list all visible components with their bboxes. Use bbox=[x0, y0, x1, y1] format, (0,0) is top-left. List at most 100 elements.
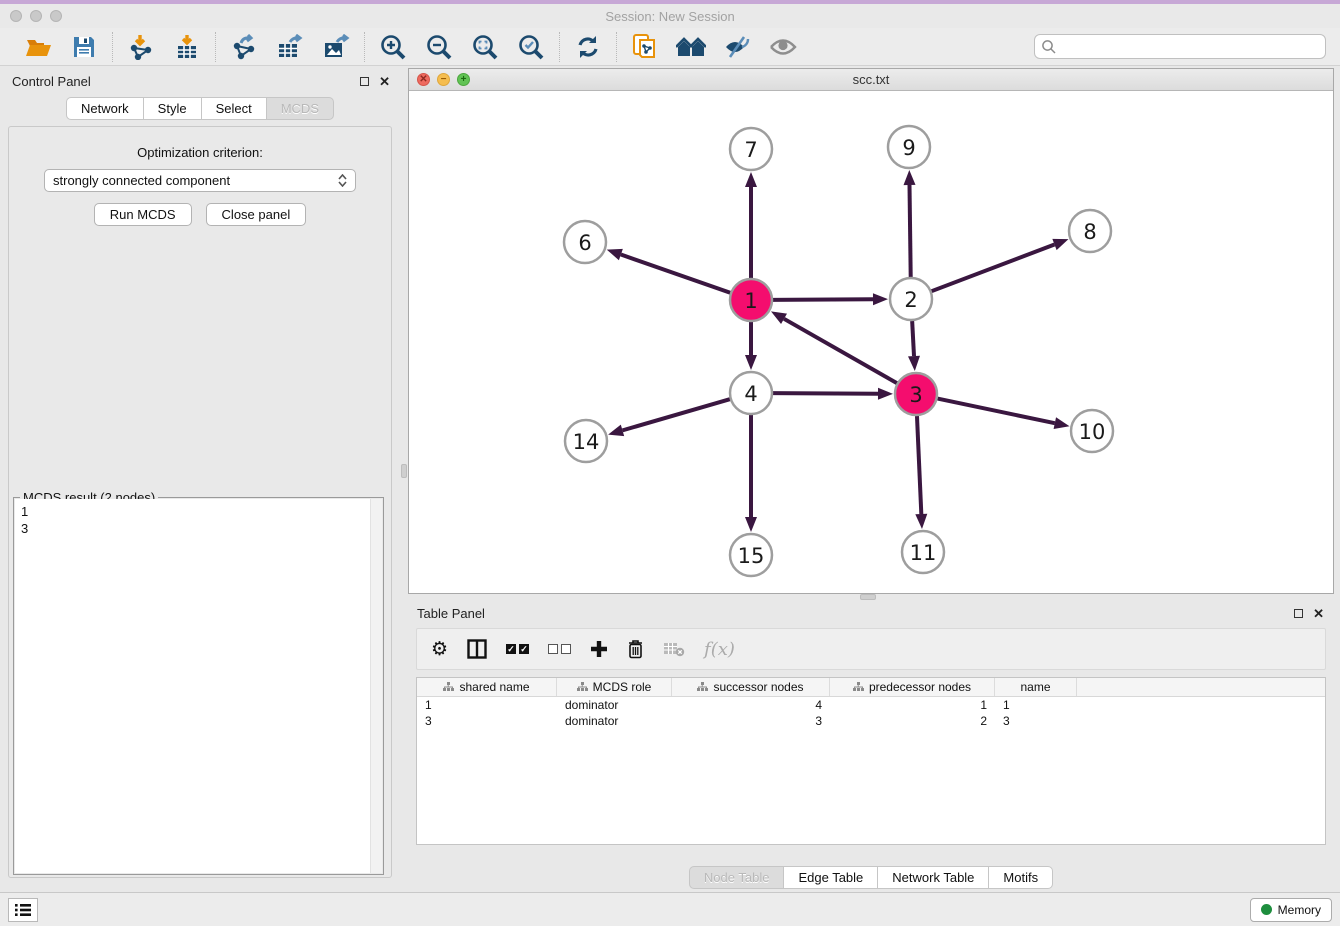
open-session-from-file-icon[interactable] bbox=[630, 32, 660, 62]
criterion-select[interactable]: strongly connected component bbox=[44, 169, 356, 192]
open-file-icon[interactable] bbox=[23, 32, 53, 62]
result-item[interactable]: 3 bbox=[21, 520, 364, 537]
control-panel-tabs: NetworkStyleSelectMCDS bbox=[0, 97, 400, 120]
control-panel-title: Control Panel bbox=[12, 74, 91, 89]
run-mcds-button[interactable]: Run MCDS bbox=[94, 203, 192, 226]
search-field[interactable] bbox=[1034, 34, 1326, 59]
network-window-titlebar: ✕ − + scc.txt bbox=[409, 69, 1333, 91]
tab-edge-table[interactable]: Edge Table bbox=[783, 866, 877, 889]
node-label-1: 1 bbox=[744, 289, 757, 313]
show-graphics-details-icon[interactable] bbox=[768, 32, 798, 62]
node-label-2: 2 bbox=[904, 288, 917, 312]
hide-graphics-details-icon[interactable] bbox=[722, 32, 752, 62]
close-panel-icon[interactable]: ✕ bbox=[1313, 607, 1324, 620]
table-options-gear-icon[interactable]: ⚙ bbox=[431, 638, 448, 660]
column-header-label: shared name bbox=[459, 680, 529, 694]
table-panel-tabs: Node TableEdge TableNetwork TableMotifs bbox=[408, 866, 1334, 889]
tab-network-table[interactable]: Network Table bbox=[877, 866, 988, 889]
mcds-result-list[interactable]: 13 bbox=[15, 499, 370, 873]
tab-style[interactable]: Style bbox=[143, 97, 201, 120]
tab-network[interactable]: Network bbox=[66, 97, 143, 120]
network-window-title: scc.txt bbox=[409, 72, 1333, 87]
column-layout-icon[interactable] bbox=[467, 639, 487, 659]
network-close-button[interactable]: ✕ bbox=[417, 73, 430, 86]
column-header-label: successor nodes bbox=[713, 680, 803, 694]
edge-4-3[interactable] bbox=[773, 393, 878, 394]
export-network-icon[interactable] bbox=[229, 32, 259, 62]
save-session-icon[interactable] bbox=[69, 32, 99, 62]
close-panel-icon[interactable]: ✕ bbox=[379, 75, 390, 88]
column-header-shared-name[interactable]: shared name bbox=[417, 678, 557, 696]
status-bar: Memory bbox=[0, 892, 1340, 926]
edge-2-3[interactable] bbox=[912, 321, 914, 356]
network-overview-icon[interactable] bbox=[676, 32, 706, 62]
optimization-criterion-label: Optimization criterion: bbox=[9, 145, 391, 160]
deselect-all-columns-icon[interactable] bbox=[548, 644, 571, 654]
edge-3-11[interactable] bbox=[917, 416, 921, 514]
edge-1-6[interactable] bbox=[621, 255, 730, 293]
delete-table-icon[interactable] bbox=[663, 642, 685, 657]
tab-node-table[interactable]: Node Table bbox=[689, 866, 784, 889]
network-minimize-button[interactable]: − bbox=[437, 73, 450, 86]
search-input[interactable] bbox=[1057, 40, 1325, 54]
column-type-icon bbox=[577, 682, 588, 692]
zoom-out-icon[interactable] bbox=[424, 32, 454, 62]
vertical-splitter[interactable] bbox=[400, 66, 408, 892]
table-header-row: shared name MCDS role successor nodes prede… bbox=[417, 678, 1325, 697]
create-new-column-icon[interactable] bbox=[590, 640, 608, 658]
edge-3-1[interactable] bbox=[784, 319, 897, 383]
main-toolbar bbox=[0, 28, 1340, 66]
memory-button[interactable]: Memory bbox=[1250, 898, 1332, 922]
network-maximize-button[interactable]: + bbox=[457, 73, 470, 86]
column-header-label: name bbox=[1020, 680, 1050, 694]
select-all-columns-icon[interactable]: ✓✓ bbox=[506, 644, 529, 654]
task-history-button[interactable] bbox=[8, 898, 38, 922]
export-table-icon[interactable] bbox=[275, 32, 305, 62]
mcds-panel: Optimization criterion: strongly connect… bbox=[8, 126, 392, 878]
node-label-4: 4 bbox=[744, 382, 757, 406]
float-panel-icon[interactable] bbox=[360, 77, 369, 86]
zoom-fit-icon[interactable] bbox=[470, 32, 500, 62]
network-graph[interactable]: 1234678910111415 bbox=[409, 91, 1333, 593]
zoom-in-icon[interactable] bbox=[378, 32, 408, 62]
table-row[interactable]: 1dominator411 bbox=[417, 697, 1325, 713]
node-label-8: 8 bbox=[1083, 220, 1096, 244]
cell-name: 1 bbox=[995, 697, 1077, 713]
edge-3-10[interactable] bbox=[938, 399, 1055, 424]
cell-successor-nodes: 4 bbox=[672, 697, 830, 713]
splitter-grip[interactable] bbox=[860, 594, 876, 600]
select-stepper-icon bbox=[338, 174, 347, 187]
refresh-view-icon[interactable] bbox=[573, 32, 603, 62]
zoom-selected-icon[interactable] bbox=[516, 32, 546, 62]
column-type-icon bbox=[443, 682, 454, 692]
horizontal-splitter[interactable] bbox=[408, 594, 1334, 602]
import-table-icon[interactable] bbox=[172, 32, 202, 62]
edge-1-2[interactable] bbox=[773, 299, 873, 300]
tab-mcds[interactable]: MCDS bbox=[266, 97, 334, 120]
column-header-MCDS-role[interactable]: MCDS role bbox=[557, 678, 672, 696]
edge-4-14[interactable] bbox=[622, 399, 729, 430]
splitter-grip[interactable] bbox=[401, 464, 407, 478]
edge-2-9[interactable] bbox=[910, 185, 911, 277]
function-builder-icon[interactable]: f(x) bbox=[704, 639, 735, 660]
node-table[interactable]: shared name MCDS role successor nodes prede… bbox=[416, 677, 1326, 845]
list-icon bbox=[14, 903, 32, 917]
edge-2-8[interactable] bbox=[932, 244, 1055, 291]
column-header-predecessor-nodes[interactable]: predecessor nodes bbox=[830, 678, 995, 696]
app-titlebar: Session: New Session bbox=[0, 4, 1340, 28]
tab-select[interactable]: Select bbox=[201, 97, 266, 120]
tab-motifs[interactable]: Motifs bbox=[988, 866, 1053, 889]
import-network-icon[interactable] bbox=[126, 32, 156, 62]
column-header-name[interactable]: name bbox=[995, 678, 1077, 696]
node-label-6: 6 bbox=[578, 231, 591, 255]
result-scrollbar[interactable] bbox=[370, 499, 382, 873]
result-item[interactable]: 1 bbox=[21, 503, 364, 520]
delete-columns-icon[interactable] bbox=[627, 639, 644, 659]
node-label-11: 11 bbox=[910, 541, 937, 565]
memory-label: Memory bbox=[1278, 903, 1321, 917]
table-row[interactable]: 3dominator323 bbox=[417, 713, 1325, 729]
close-panel-button[interactable]: Close panel bbox=[206, 203, 307, 226]
export-image-icon[interactable] bbox=[321, 32, 351, 62]
float-panel-icon[interactable] bbox=[1294, 609, 1303, 618]
column-header-successor-nodes[interactable]: successor nodes bbox=[672, 678, 830, 696]
